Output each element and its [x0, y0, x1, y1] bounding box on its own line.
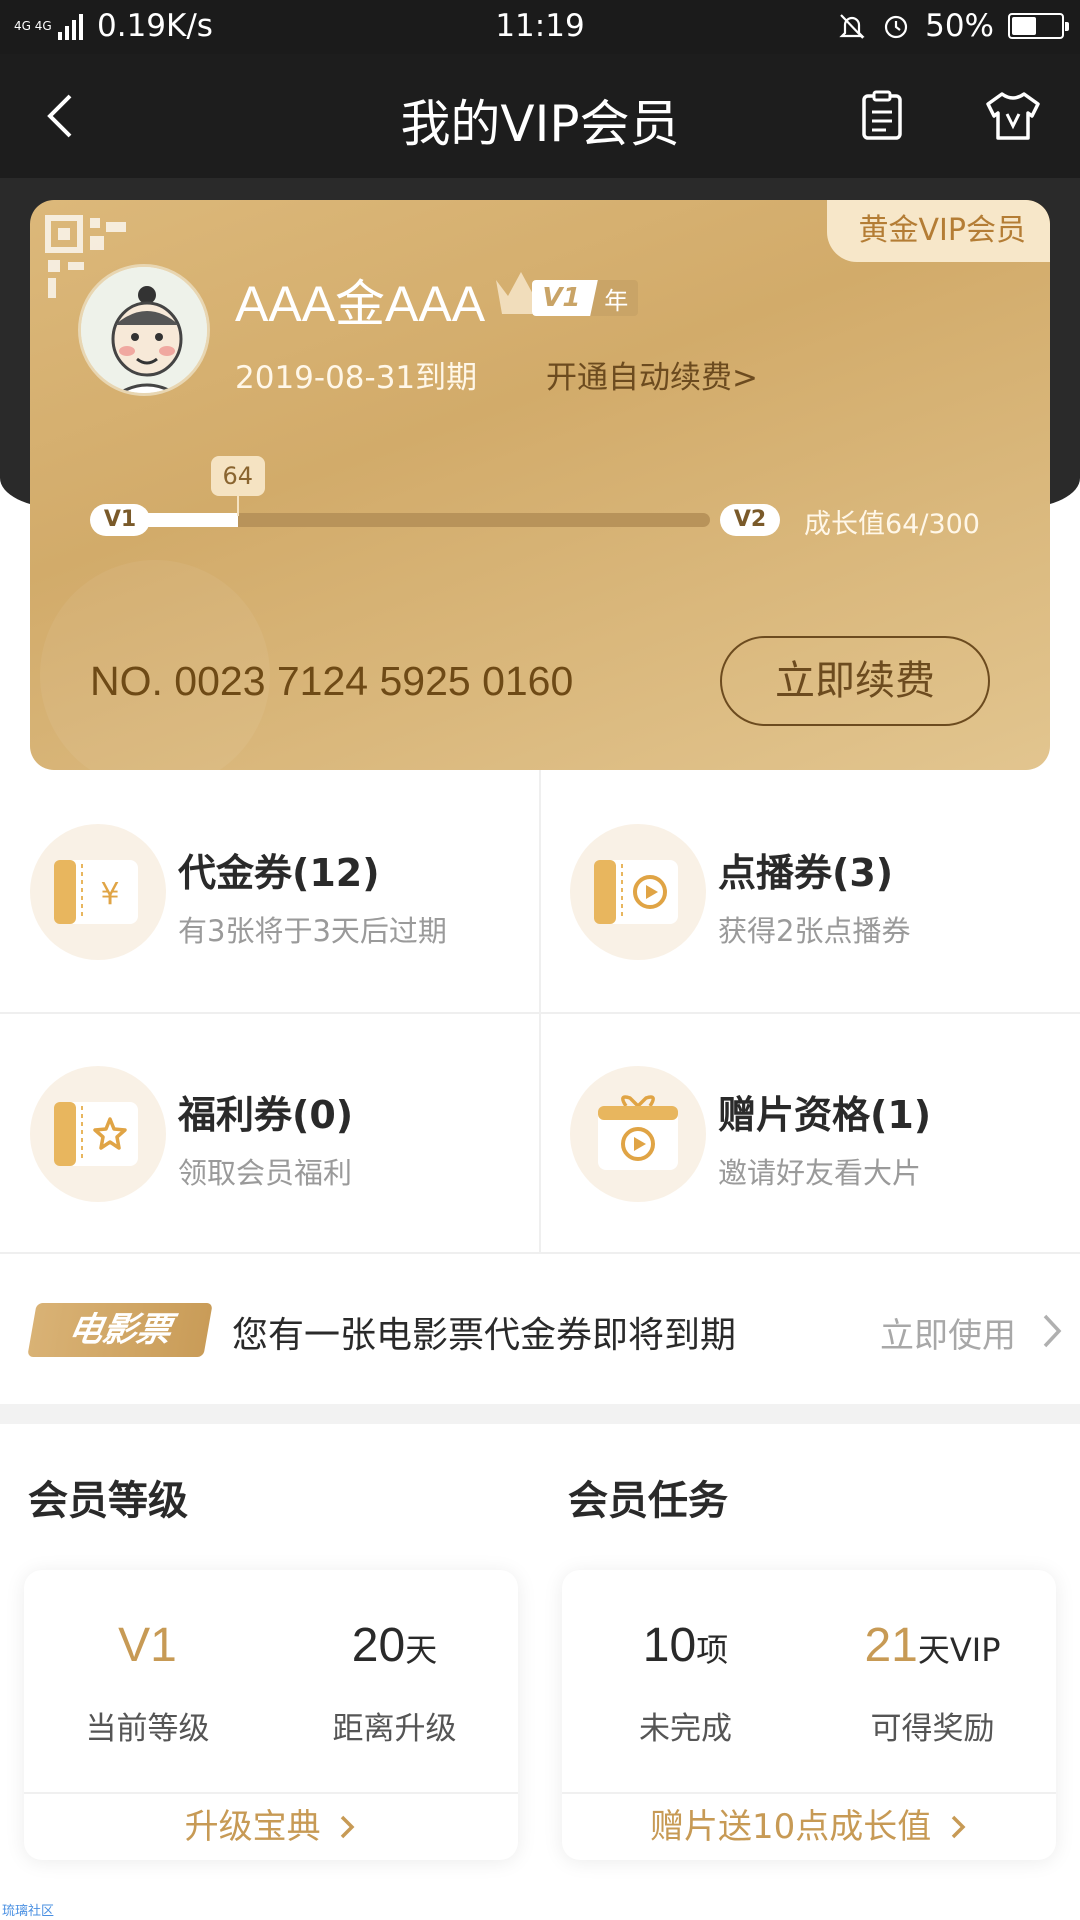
coupon-icon-bg [30, 1066, 166, 1202]
page-title: 我的VIP会员 [400, 95, 680, 153]
growth-value: 成长值64/300 [804, 509, 980, 540]
clipboard-icon[interactable] [856, 88, 908, 144]
coupon-icon-bg [570, 1066, 706, 1202]
avatar[interactable] [78, 264, 210, 396]
watermark: 琉璃社区 [2, 1904, 55, 1919]
renew-button[interactable]: 立即续费 [720, 636, 990, 726]
battery-icon [1008, 13, 1069, 39]
coupon-title: 赠片资格(1) [718, 1093, 932, 1137]
progress-marker: 64 [210, 456, 265, 496]
stat-label: 距离升级 [332, 1711, 457, 1747]
coupon-title: 福利券(0) [178, 1093, 354, 1137]
alarm-icon [884, 15, 908, 39]
coupon-welfare[interactable]: 福利券(0) 领取会员福利 [0, 1012, 540, 1254]
stat-value: V1 [118, 1619, 177, 1672]
chevron-right-icon [1043, 1314, 1062, 1348]
stat-unit: 天 [405, 1631, 438, 1669]
growth-progress-bar [110, 513, 710, 527]
reward-stat: 21天VIP 可得奖励 [809, 1618, 1056, 1748]
notice-text: 您有一张电影票代金券即将到期 [232, 1315, 737, 1356]
play-ticket-icon [594, 860, 678, 924]
gift-movie-task-link[interactable]: 赠片送10点成长值 [562, 1794, 1056, 1860]
yuan-ticket-icon: ¥ [54, 860, 138, 924]
coupon-subtitle: 邀请好友看大片 [718, 1156, 922, 1190]
card-number: NO. 0023 7124 5925 0160 [90, 658, 574, 704]
progress-marker-stem [236, 496, 239, 516]
stat-label: 当前等级 [85, 1711, 210, 1747]
vip-card: 黄金VIP会员 AAA金AAA V1 年 2019-08-31到期 开通自动续费… [30, 200, 1050, 770]
gift-play-icon [598, 1095, 678, 1170]
stat-label: 可得奖励 [870, 1711, 995, 1747]
coupon-subtitle: 有3张将于3天后过期 [178, 914, 447, 948]
incomplete-tasks-stat: 10项 未完成 [562, 1618, 809, 1748]
section-title-tasks: 会员任务 [568, 1478, 728, 1524]
coupon-gift-movie[interactable]: 赠片资格(1) 邀请好友看大片 [540, 1012, 1080, 1254]
coupon-subtitle: 领取会员福利 [178, 1156, 353, 1190]
gift-movie-task-label: 赠片送10点成长值 [649, 1807, 932, 1847]
vip-shirt-icon[interactable] [982, 88, 1044, 144]
chevron-right-icon [951, 1815, 966, 1839]
battery-percent: 50% [925, 8, 994, 44]
coupon-subtitle: 获得2张点播券 [718, 914, 911, 948]
chevron-right-icon [341, 1815, 355, 1839]
days-to-upgrade-stat: 20天 距离升级 [271, 1618, 518, 1748]
coupon-icon-bg: ¥ [30, 824, 166, 960]
username: AAA金AAA [235, 276, 486, 332]
auto-renew-link[interactable]: 开通自动续费> [546, 352, 758, 397]
stat-label: 未完成 [639, 1711, 732, 1747]
status-bar: 4G 4G 0.19K/s 11:19 50% [0, 0, 1080, 54]
movie-ticket-notice[interactable]: 电影票 您有一张电影票代金券即将到期 立即使用 [0, 1256, 1080, 1402]
vip-tier-badge: 黄金VIP会员 [826, 200, 1050, 262]
use-now-link[interactable]: 立即使用 [880, 1308, 1016, 1357]
section-title-level: 会员等级 [28, 1478, 188, 1524]
term-label: 年 [604, 286, 629, 315]
avatar-image [81, 267, 207, 393]
progress-start-level: V1 [90, 504, 150, 536]
svg-text:¥: ¥ [100, 877, 119, 912]
stat-value: 21 [864, 1619, 918, 1672]
stat-unit: 天VIP [917, 1631, 1001, 1669]
coupon-vod[interactable]: 点播券(3) 获得2张点播券 [540, 770, 1080, 1012]
upgrade-guide-label: 升级宝典 [184, 1807, 321, 1847]
progress-end-level: V2 [720, 504, 780, 536]
level-label: V1 [532, 280, 599, 316]
coupon-title: 点播券(3) [718, 851, 894, 895]
stat-unit: 项 [696, 1631, 729, 1669]
section-separator [0, 1404, 1080, 1424]
star-ticket-icon [54, 1102, 138, 1166]
upgrade-guide-link[interactable]: 升级宝典 [24, 1794, 518, 1860]
level-tag: V1 年 [532, 280, 639, 316]
coupon-title: 代金券(12) [178, 851, 380, 895]
movie-ticket-tag: 电影票 [27, 1303, 213, 1357]
coupon-grid: ¥ 代金券(12) 有3张将于3天后过期 点播券(3) 获得2张点播券 福利券(… [0, 770, 1080, 1254]
member-level-panel: V1 当前等级 20天 距离升级 升级宝典 [24, 1570, 518, 1860]
coupon-cash[interactable]: ¥ 代金券(12) 有3张将于3天后过期 [0, 770, 540, 1012]
expire-date: 2019-08-31到期 [235, 360, 478, 396]
coupon-icon-bg [570, 824, 706, 960]
stat-value: 10 [642, 1619, 697, 1672]
nav-bar: 我的VIP会员 [0, 54, 1080, 178]
bell-off-icon [839, 14, 865, 39]
stat-value: 20 [351, 1619, 406, 1672]
current-level-stat: V1 当前等级 [24, 1618, 271, 1748]
member-task-panel: 10项 未完成 21天VIP 可得奖励 赠片送10点成长值 [562, 1570, 1056, 1860]
